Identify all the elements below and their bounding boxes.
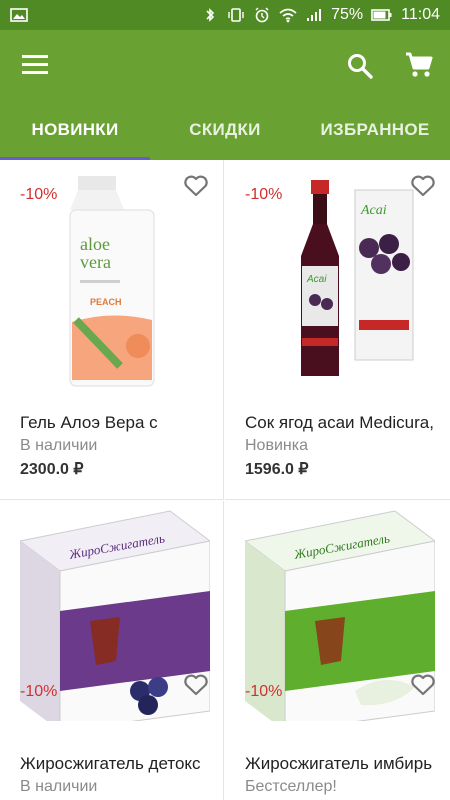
vibrate-icon bbox=[228, 8, 244, 22]
product-availability: В наличии bbox=[20, 437, 98, 454]
category-tabs: НОВИНКИ СКИДКИ ИЗБРАННОЕ bbox=[0, 100, 450, 160]
svg-text:vera: vera bbox=[80, 252, 111, 272]
svg-text:Acai: Acai bbox=[360, 203, 387, 218]
discount-badge: -10% bbox=[245, 186, 283, 203]
favorite-heart-icon[interactable] bbox=[410, 174, 436, 198]
product-title: Жиросжигатель детокс bbox=[20, 754, 201, 773]
product-title: Жиросжигатель имбирь bbox=[245, 754, 433, 773]
gallery-notification-icon bbox=[10, 8, 28, 22]
discount-badge: -10% bbox=[245, 683, 283, 700]
cart-icon[interactable] bbox=[404, 50, 434, 80]
status-bar: 75% 11:04 bbox=[0, 0, 450, 30]
product-grid: aloe vera PEACH -10% Гель Алоэ Вера с В … bbox=[0, 160, 450, 800]
product-card[interactable]: ЖироСжигатель -10% Жиросжигатель детокс … bbox=[0, 501, 224, 800]
search-icon[interactable] bbox=[346, 52, 374, 80]
menu-icon[interactable] bbox=[22, 55, 48, 75]
bluetooth-icon bbox=[206, 8, 215, 22]
signal-icon bbox=[307, 9, 322, 21]
favorite-heart-icon[interactable] bbox=[183, 673, 209, 697]
tab-new[interactable]: НОВИНКИ bbox=[0, 100, 150, 160]
alarm-icon bbox=[255, 7, 269, 23]
product-card[interactable]: Acai Acai -10% Сок ягод асаи Medicura, Н… bbox=[225, 160, 450, 500]
svg-text:PEACH: PEACH bbox=[90, 297, 122, 307]
product-availability: В наличии bbox=[20, 778, 98, 795]
product-title: Гель Алоэ Вера с bbox=[20, 413, 158, 432]
svg-text:Acai: Acai bbox=[306, 274, 327, 285]
clock: 11:04 bbox=[401, 6, 440, 23]
discount-badge: -10% bbox=[20, 186, 58, 203]
product-title: Сок ягод асаи Medicura, bbox=[245, 413, 434, 432]
wifi-icon bbox=[279, 8, 297, 23]
favorite-heart-icon[interactable] bbox=[410, 673, 436, 697]
product-availability: Новинка bbox=[245, 437, 308, 454]
battery-percent: 75% bbox=[331, 6, 364, 23]
svg-text:aloe: aloe bbox=[80, 234, 110, 254]
product-card[interactable]: ЖироСжигатель -10% Жиросжигатель имбирь … bbox=[225, 501, 450, 800]
tab-favorites[interactable]: ИЗБРАННОЕ bbox=[300, 100, 450, 160]
product-card[interactable]: aloe vera PEACH -10% Гель Алоэ Вера с В … bbox=[0, 160, 224, 500]
favorite-heart-icon[interactable] bbox=[183, 174, 209, 198]
discount-badge: -10% bbox=[20, 683, 58, 700]
product-availability: Бестселлер! bbox=[245, 778, 337, 795]
battery-icon bbox=[371, 9, 392, 21]
tab-discounts[interactable]: СКИДКИ bbox=[150, 100, 300, 160]
product-price: 1596.0 ₽ bbox=[245, 461, 309, 478]
product-price: 2300.0 ₽ bbox=[20, 461, 84, 478]
